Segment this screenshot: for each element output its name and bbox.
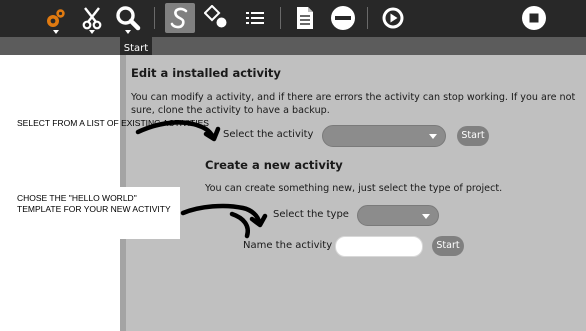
stop-icon[interactable] [519, 3, 549, 33]
activity-gear-icon[interactable] [41, 3, 71, 34]
create-start-button[interactable]: Start [432, 236, 464, 256]
toolbar-separator [154, 7, 155, 29]
secondary-toolbar [0, 37, 586, 55]
chevron-down-icon [429, 134, 437, 139]
select-type-label: Select the type [273, 209, 349, 220]
cut-icon[interactable] [77, 3, 107, 34]
toolbar [0, 0, 586, 37]
edit-section-description: You can modify a activity, and if there … [131, 92, 576, 116]
edit-start-button[interactable]: Start [457, 126, 489, 146]
shapes-icon[interactable] [202, 3, 232, 33]
annotation-hello-world: CHOSE THE "HELLO WORLD" TEMPLATE FOR YOU… [17, 193, 171, 214]
stop-minus-icon[interactable] [328, 3, 358, 33]
select-activity-combo[interactable] [322, 125, 446, 147]
select-activity-label: Select the activity [223, 129, 314, 140]
search-icon[interactable] [113, 3, 143, 34]
annotation-select-list: SELECT FROM A LIST OF EXISTING ACTIVITIE… [17, 118, 209, 128]
name-activity-label: Name the activity [243, 240, 333, 251]
play-icon[interactable] [378, 3, 408, 33]
chevron-down-icon [422, 214, 430, 219]
toolbar-separator [280, 7, 281, 29]
list-icon[interactable] [240, 3, 270, 33]
edit-section-title: Edit a installed activity [131, 66, 281, 80]
select-type-combo[interactable] [357, 205, 439, 226]
create-section-title: Create a new activity [205, 158, 343, 172]
edit-s-icon[interactable] [165, 3, 195, 33]
document-icon[interactable] [290, 3, 320, 33]
toolbar-separator [367, 7, 368, 29]
create-section-description: You can create something new, just selec… [205, 183, 503, 194]
name-activity-input[interactable] [335, 236, 423, 257]
